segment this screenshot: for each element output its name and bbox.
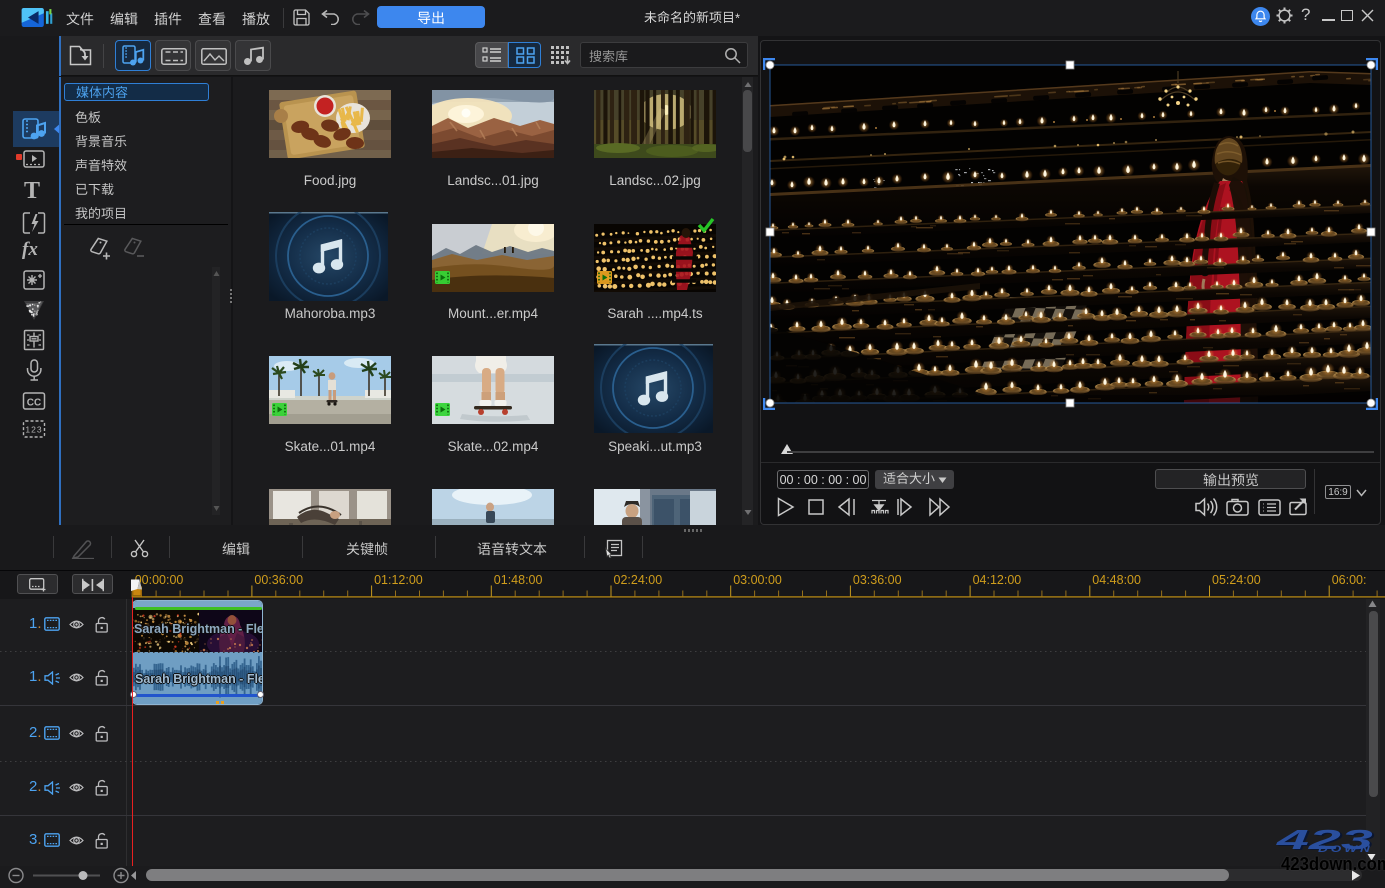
svg-text:05:24:00: 05:24:00	[1212, 573, 1261, 587]
svg-text:03:00:00: 03:00:00	[733, 573, 782, 587]
svg-text:06:00:: 06:00:	[1332, 573, 1367, 587]
svg-text:01:48:00: 01:48:00	[494, 573, 543, 587]
svg-text:02:24:00: 02:24:00	[614, 573, 663, 587]
svg-text:01:12:00: 01:12:00	[374, 573, 423, 587]
svg-text:04:12:00: 04:12:00	[973, 573, 1022, 587]
svg-text:03:36:00: 03:36:00	[853, 573, 902, 587]
svg-text:123: 123	[25, 425, 42, 435]
svg-text:00:36:00: 00:36:00	[254, 573, 303, 587]
svg-text:04:48:00: 04:48:00	[1092, 573, 1141, 587]
svg-text:CC: CC	[27, 398, 41, 409]
